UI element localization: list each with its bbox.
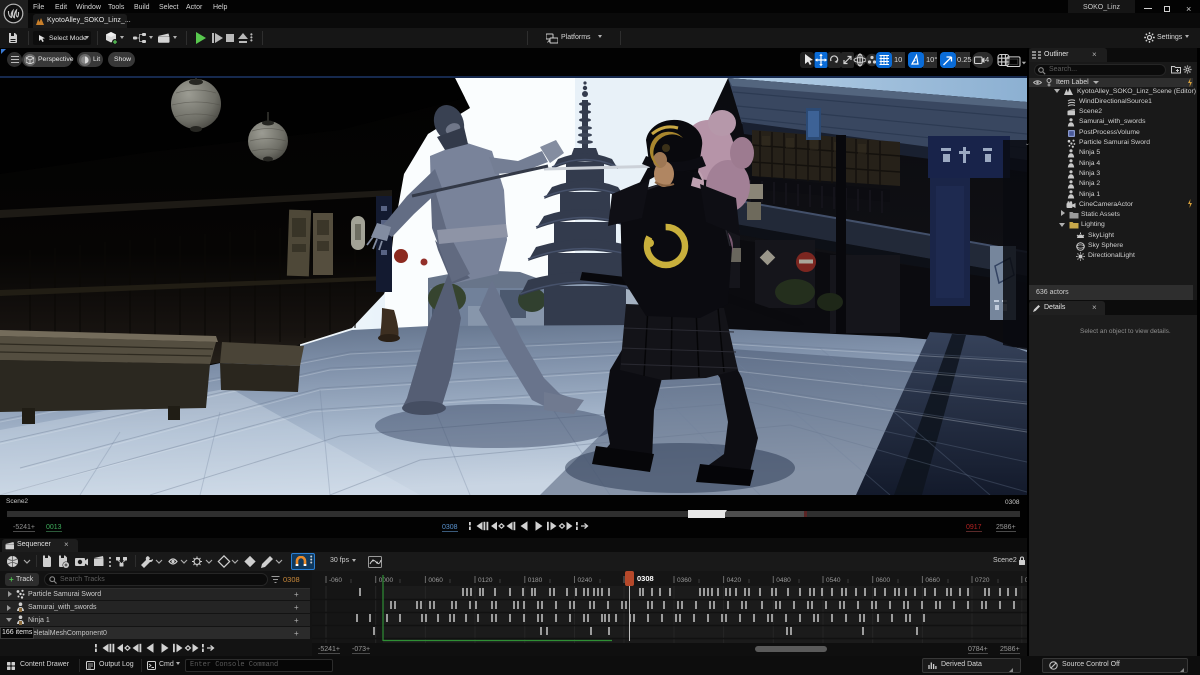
svg-text:-060: -060 xyxy=(329,577,342,584)
svg-text:0060: 0060 xyxy=(428,577,443,584)
svg-text:0180: 0180 xyxy=(528,577,543,584)
svg-text:0360: 0360 xyxy=(677,577,692,584)
svg-text:0720: 0720 xyxy=(975,577,990,584)
svg-text:07: 07 xyxy=(1025,577,1027,584)
svg-text:0240: 0240 xyxy=(578,577,593,584)
svg-text:0420: 0420 xyxy=(727,577,742,584)
svg-text:0660: 0660 xyxy=(925,577,940,584)
svg-text:0600: 0600 xyxy=(876,577,891,584)
svg-text:0480: 0480 xyxy=(776,577,791,584)
svg-text:0120: 0120 xyxy=(478,577,493,584)
svg-text:0000: 0000 xyxy=(379,577,394,584)
svg-text:0540: 0540 xyxy=(826,577,841,584)
svg-text:0308: 0308 xyxy=(637,574,654,583)
